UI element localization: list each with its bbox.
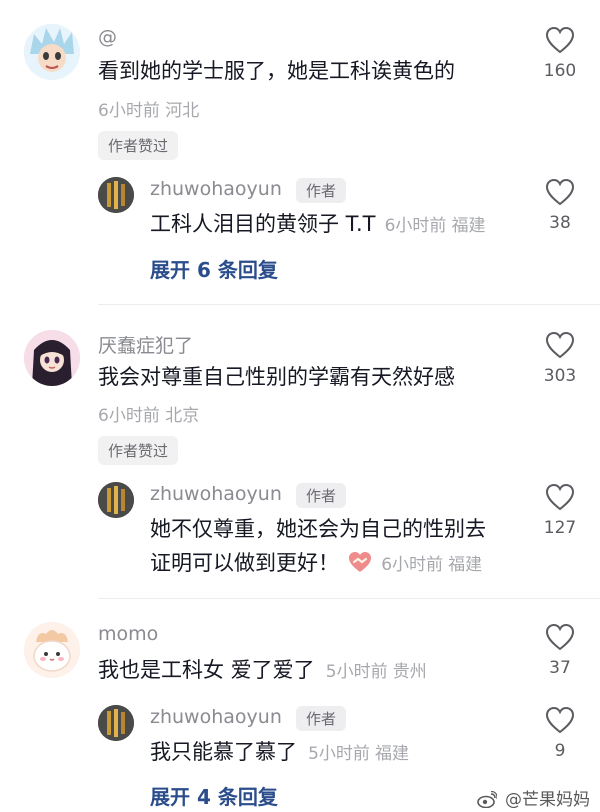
comment-meta: 6小时前 北京: [98, 401, 199, 426]
reply-username[interactable]: zhuwohaoyun: [150, 483, 282, 505]
reply-like-button[interactable]: [545, 178, 575, 210]
heart-icon: [545, 623, 575, 651]
reply-avatar[interactable]: [98, 705, 134, 741]
reply-time: 6小时前: [381, 555, 444, 575]
like-button[interactable]: [545, 26, 575, 58]
watermark: @芒果妈妈: [477, 785, 590, 812]
heart-icon: [545, 706, 575, 734]
heart-icon: [545, 483, 575, 511]
reply-text: 工科人泪目的黄领子 T.T: [150, 212, 376, 236]
avatar-image: [24, 622, 80, 678]
reply-location: 福建: [375, 744, 410, 764]
comment-text: 我也是工科女 爱了爱了: [98, 658, 315, 682]
like-count: 37: [549, 658, 571, 678]
reply-text-line2: 证明可以做到更好！: [150, 551, 339, 575]
divider: [98, 304, 600, 305]
watermark-text: @芒果妈妈: [505, 790, 590, 810]
author-liked-badge: 作者赞过: [98, 131, 179, 160]
reply-like-count: 38: [549, 213, 571, 233]
like-button[interactable]: [545, 623, 575, 655]
avatar[interactable]: [24, 330, 80, 386]
comment-username[interactable]: momo: [98, 623, 158, 645]
avatar[interactable]: [24, 622, 80, 678]
expand-replies-link[interactable]: 展开 6 条回复: [150, 254, 278, 283]
avatar[interactable]: [24, 24, 80, 80]
reply-like-count: 9: [554, 741, 566, 761]
reply-body: 工科人泪目的黄领子 T.T 6小时前 福建: [150, 209, 486, 239]
author-tag: 作者: [296, 178, 347, 203]
avatar-image: [98, 482, 134, 518]
comment-username[interactable]: @: [98, 26, 117, 48]
reply-avatar[interactable]: [98, 482, 134, 518]
reply-location: 福建: [451, 216, 486, 236]
comment-location: 北京: [165, 406, 200, 426]
like-button[interactable]: [545, 331, 575, 363]
comment-time: 6小时前: [98, 101, 160, 121]
heart-icon: [545, 26, 575, 54]
avatar-image: [98, 177, 134, 213]
comment-time: 5小时前: [325, 662, 388, 682]
expand-replies-link[interactable]: 展开 4 条回复: [150, 781, 278, 810]
avatar-image: [24, 330, 80, 386]
heart-icon: [545, 178, 575, 206]
reply-body: 我只能慕了慕了 5小时前 福建: [150, 737, 409, 767]
like-count: 303: [543, 366, 577, 386]
reply-username[interactable]: zhuwohaoyun: [150, 706, 282, 728]
reply-time: 5小时前: [308, 744, 370, 764]
comment-body: 我也是工科女 爱了爱了 5小时前 贵州: [98, 655, 427, 685]
reply-like-count: 127: [543, 518, 577, 538]
weibo-logo-icon: [477, 790, 498, 812]
comment-meta: 6小时前 河北: [98, 96, 199, 121]
reply-text-line1: 她不仅尊重，她还会为自己的性别去: [150, 517, 486, 541]
reply-body: 证明可以做到更好！ 6小时前 福建: [150, 548, 482, 578]
comment-location: 贵州: [392, 662, 427, 682]
reply-like-button[interactable]: [545, 483, 575, 515]
divider: [98, 598, 600, 599]
reply-avatar[interactable]: [98, 177, 134, 213]
comment-username[interactable]: 厌蠢症犯了: [98, 331, 193, 358]
comment-text: 看到她的学士服了，她是工科诶黄色的: [98, 59, 455, 83]
comment-location: 河北: [165, 101, 200, 121]
reply-text: 我只能慕了慕了: [150, 740, 297, 764]
reply-time: 6小时前: [384, 216, 447, 236]
comment-text: 我会对尊重自己性别的学霸有天然好感: [98, 365, 455, 389]
author-tag: 作者: [296, 706, 347, 731]
comment-time: 6小时前: [98, 406, 160, 426]
avatar-image: [24, 24, 80, 80]
reply-location: 福建: [448, 555, 483, 575]
handshake-heart-icon: [348, 551, 372, 577]
author-liked-badge: 作者赞过: [98, 436, 179, 465]
reply-username[interactable]: zhuwohaoyun: [150, 178, 282, 200]
reply-like-button[interactable]: [545, 706, 575, 738]
avatar-image: [98, 705, 134, 741]
author-tag: 作者: [296, 483, 347, 508]
heart-icon: [545, 331, 575, 359]
like-count: 160: [543, 61, 577, 81]
